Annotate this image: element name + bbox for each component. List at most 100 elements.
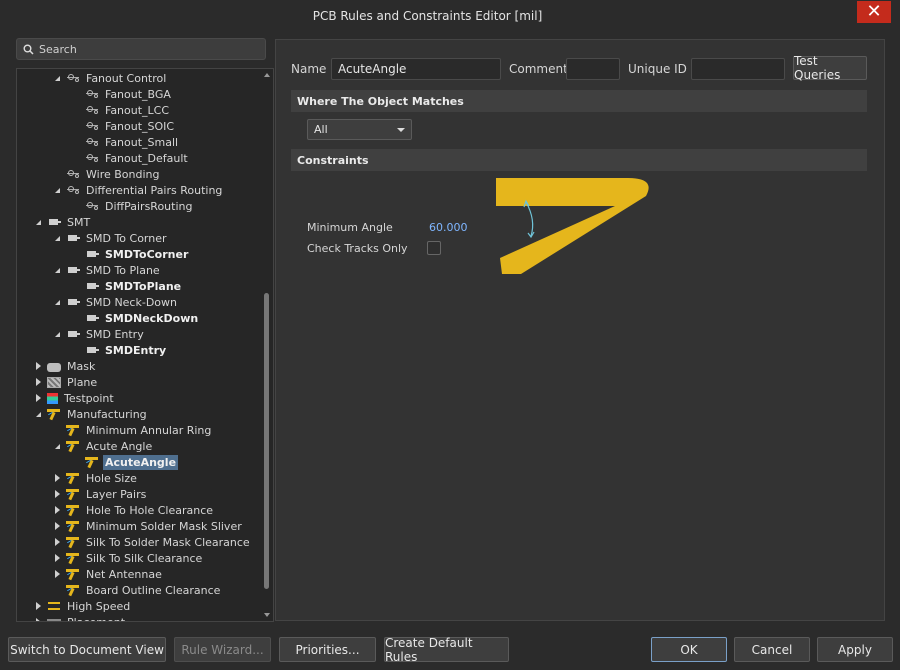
mask-icon: [47, 362, 61, 372]
fanout-icon: [85, 136, 99, 148]
collapsed-chevron-icon[interactable]: [33, 393, 43, 403]
tree-node[interactable]: SMDNeckDown: [71, 310, 200, 326]
manufacturing-icon: [66, 584, 80, 596]
tree-node-label: Silk To Silk Clearance: [86, 551, 203, 565]
tree-node[interactable]: Wire Bonding: [52, 166, 161, 182]
unique-id-input[interactable]: [691, 58, 785, 80]
expanded-chevron-icon[interactable]: [52, 233, 62, 243]
scope-dropdown[interactable]: All: [307, 119, 412, 140]
tree-node-label: Testpoint: [64, 391, 114, 405]
search-input[interactable]: [39, 42, 239, 56]
expanded-chevron-icon[interactable]: [33, 409, 43, 419]
plane-icon: [47, 376, 61, 388]
expanded-chevron-icon[interactable]: [52, 329, 62, 339]
expanded-chevron-icon[interactable]: [52, 441, 62, 451]
priorities-button[interactable]: Priorities...: [279, 637, 376, 662]
tree-node[interactable]: Fanout Control: [52, 70, 168, 86]
comment-input[interactable]: [566, 58, 620, 80]
tree-node[interactable]: Acute Angle: [52, 438, 154, 454]
collapsed-chevron-icon[interactable]: [33, 361, 43, 371]
tree-node[interactable]: Hole To Hole Clearance: [52, 502, 215, 518]
tree-node[interactable]: DiffPairsRouting: [71, 198, 194, 214]
tree-node[interactable]: Silk To Silk Clearance: [52, 550, 204, 566]
tree-node[interactable]: Mask: [33, 358, 97, 374]
tree-node[interactable]: SMD To Corner: [52, 230, 169, 246]
name-label: Name: [291, 62, 327, 76]
tree-scrollbar[interactable]: [263, 71, 271, 619]
tree-node-label: SMD To Corner: [86, 231, 167, 245]
acute-angle-illustration: [496, 178, 649, 274]
tree-node[interactable]: SMDToCorner: [71, 246, 190, 262]
tree-node[interactable]: Silk To Solder Mask Clearance: [52, 534, 252, 550]
collapsed-chevron-icon[interactable]: [52, 537, 62, 547]
tree-node-label: DiffPairsRouting: [105, 199, 193, 213]
tree-node[interactable]: High Speed: [33, 598, 132, 614]
tree-node-label: SMDEntry: [105, 343, 167, 357]
collapsed-chevron-icon[interactable]: [52, 569, 62, 579]
close-button[interactable]: ✕: [857, 1, 891, 23]
expanded-chevron-icon[interactable]: [33, 217, 43, 227]
min-angle-value[interactable]: 60.000: [429, 221, 468, 234]
tree-node-label: SMDToPlane: [105, 279, 182, 293]
tree-node[interactable]: Fanout_LCC: [71, 102, 171, 118]
tree-node-label: SMDToCorner: [105, 247, 189, 261]
expanded-chevron-icon[interactable]: [52, 73, 62, 83]
collapsed-chevron-icon[interactable]: [33, 617, 43, 621]
rules-tree[interactable]: Fanout Control Fanout_BGA Fanout_LCC Fanout…: [16, 68, 274, 622]
expanded-chevron-icon[interactable]: [52, 297, 62, 307]
tree-node[interactable]: Plane: [33, 374, 99, 390]
collapsed-chevron-icon[interactable]: [52, 521, 62, 531]
tree-node[interactable]: Board Outline Clearance: [52, 582, 222, 598]
scroll-thumb[interactable]: [264, 293, 269, 589]
tree-node[interactable]: SMD Entry: [52, 326, 146, 342]
tree-node[interactable]: Testpoint: [33, 390, 116, 406]
ok-button[interactable]: OK: [651, 637, 727, 662]
collapsed-chevron-icon[interactable]: [33, 377, 43, 387]
collapsed-chevron-icon[interactable]: [52, 553, 62, 563]
tree-node[interactable]: Hole Size: [52, 470, 139, 486]
scroll-down-icon[interactable]: [264, 613, 270, 617]
tree-node[interactable]: Fanout_Small: [71, 134, 180, 150]
create-default-rules-button[interactable]: Create Default Rules: [384, 636, 509, 664]
tree-node-label: Manufacturing: [67, 407, 147, 421]
tree-node[interactable]: Differential Pairs Routing: [52, 182, 224, 198]
expanded-chevron-icon[interactable]: [52, 265, 62, 275]
scroll-up-icon[interactable]: [264, 73, 270, 77]
tree-node-label: Fanout_Default: [105, 151, 188, 165]
rule-wizard-button[interactable]: Rule Wizard...: [174, 637, 271, 662]
tree-node[interactable]: Minimum Solder Mask Sliver: [52, 518, 244, 534]
tree-node[interactable]: Placement: [33, 614, 127, 621]
search-box[interactable]: [16, 38, 266, 60]
collapsed-chevron-icon[interactable]: [33, 601, 43, 611]
tree-node[interactable]: SMD Neck-Down: [52, 294, 179, 310]
tree-node[interactable]: SMDEntry: [71, 342, 168, 358]
tree-node[interactable]: Fanout_Default: [71, 150, 190, 166]
cancel-button[interactable]: Cancel: [734, 637, 810, 662]
switch-to-document-view-button[interactable]: Switch to Document View: [8, 637, 166, 662]
rule-editor-panel: Name Comment Unique ID Test Queries Wher…: [275, 39, 885, 621]
tree-node[interactable]: Fanout_BGA: [71, 86, 173, 102]
tree-node[interactable]: SMT: [33, 214, 92, 230]
tree-node[interactable]: Net Antennae: [52, 566, 164, 582]
collapsed-chevron-icon[interactable]: [52, 473, 62, 483]
fanout-icon: [85, 104, 99, 116]
tree-node-label: SMDNeckDown: [105, 311, 199, 325]
tree-node[interactable]: Layer Pairs: [52, 486, 148, 502]
check-tracks-checkbox[interactable]: [427, 241, 441, 255]
tree-node[interactable]: AcuteAngle: [71, 454, 179, 470]
collapsed-chevron-icon[interactable]: [52, 505, 62, 515]
expanded-chevron-icon[interactable]: [52, 185, 62, 195]
tree-node[interactable]: Minimum Annular Ring: [52, 422, 213, 438]
apply-button[interactable]: Apply: [817, 637, 893, 662]
tree-node[interactable]: SMD To Plane: [52, 262, 162, 278]
test-queries-button[interactable]: Test Queries: [793, 54, 867, 82]
name-input[interactable]: [331, 58, 501, 80]
tree-node[interactable]: Manufacturing: [33, 406, 149, 422]
tree-node[interactable]: Fanout_SOIC: [71, 118, 176, 134]
collapsed-chevron-icon[interactable]: [52, 489, 62, 499]
tree-node[interactable]: SMDToPlane: [71, 278, 183, 294]
smt-icon: [66, 232, 80, 244]
